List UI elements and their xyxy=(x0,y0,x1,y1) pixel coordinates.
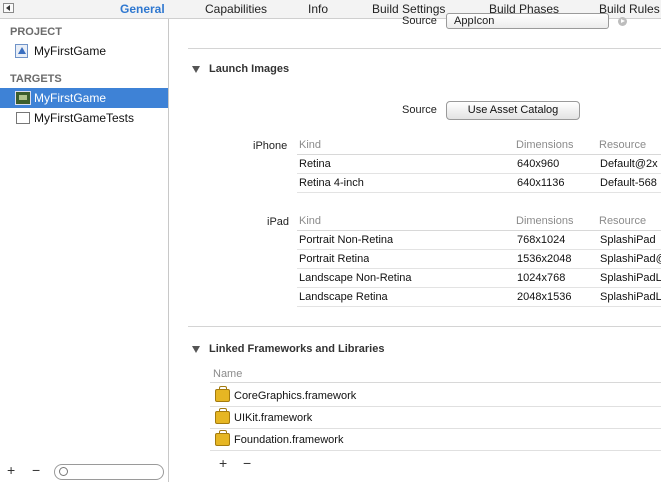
framework-toolbox-icon xyxy=(215,408,230,424)
project-icon xyxy=(15,44,28,58)
frameworks-table-header: Name xyxy=(210,365,661,383)
resource-cell[interactable]: Default-568 xyxy=(600,177,661,189)
tab-build-settings[interactable]: Build Settings xyxy=(372,2,445,16)
dimensions-cell: 1024x768 xyxy=(517,272,566,284)
app-icons-source-label: Source xyxy=(402,15,437,27)
framework-toolbox-icon xyxy=(215,386,230,402)
go-to-asset-arrow-icon[interactable] xyxy=(618,17,627,26)
ipad-label: iPad xyxy=(267,216,290,228)
tab-info[interactable]: Info xyxy=(308,2,328,16)
dimensions-cell: 2048x1536 xyxy=(517,291,572,303)
remove-framework-button[interactable]: − xyxy=(243,455,251,471)
sidebar-item-project[interactable]: MyFirstGame xyxy=(0,41,168,61)
column-header-kind: Kind xyxy=(299,215,322,227)
launch-images-disclosure-icon[interactable] xyxy=(192,66,200,73)
framework-toolbox-icon xyxy=(215,430,230,446)
sidebar-item-label: MyFirstGame xyxy=(34,44,106,58)
launch-images-source-label: Source xyxy=(402,104,437,116)
list-item[interactable]: Foundation.framework xyxy=(210,429,661,451)
framework-name: UIKit.framework xyxy=(234,412,313,424)
table-row[interactable]: Retina 640x960 Default@2x xyxy=(297,155,661,174)
resource-cell[interactable]: SplashiPad xyxy=(600,234,661,246)
framework-name: CoreGraphics.framework xyxy=(234,390,357,402)
table-row[interactable]: Portrait Non-Retina 768x1024 SplashiPad xyxy=(297,231,661,250)
resource-cell[interactable]: SplashiPadL xyxy=(600,291,661,303)
add-framework-button[interactable]: + xyxy=(219,455,227,471)
resource-cell[interactable]: Default@2x xyxy=(600,158,661,170)
sidebar-item-label: MyFirstGame xyxy=(34,91,106,105)
frameworks-disclosure-icon[interactable] xyxy=(192,346,200,353)
resource-cell[interactable]: SplashiPad@ xyxy=(600,253,661,265)
iphone-label: iPhone xyxy=(253,140,288,152)
launch-images-title: Launch Images xyxy=(209,63,290,75)
sidebar: PROJECT MyFirstGame TARGETS MyFirstGame … xyxy=(0,19,169,482)
app-icons-source-popup[interactable]: AppIcon xyxy=(446,13,609,29)
list-item[interactable]: UIKit.framework xyxy=(210,407,661,429)
dimensions-cell: 640x960 xyxy=(517,158,560,170)
remove-target-button[interactable]: − xyxy=(32,462,40,478)
column-header-resource: Resource xyxy=(599,215,647,227)
table-row[interactable]: Retina 4-inch 640x1136 Default-568 xyxy=(297,174,661,193)
collapse-sidebar-icon[interactable] xyxy=(3,3,14,13)
kind-cell: Portrait Non-Retina xyxy=(299,234,394,246)
test-target-icon xyxy=(16,112,30,124)
column-header-dimensions: Dimensions xyxy=(516,139,574,151)
tab-general[interactable]: General xyxy=(120,2,165,16)
add-target-button[interactable]: + xyxy=(7,462,15,478)
general-settings-pane: Source AppIcon Launch Images Source Use … xyxy=(170,13,661,482)
column-header-kind: Kind xyxy=(299,139,322,151)
column-header-dimensions: Dimensions xyxy=(516,215,574,227)
kind-cell: Retina xyxy=(299,158,331,170)
filter-icon xyxy=(59,467,68,476)
table-row[interactable]: Landscape Non-Retina 1024x768 SplashiPad… xyxy=(297,269,661,288)
framework-name: Foundation.framework xyxy=(234,434,344,446)
filter-field[interactable] xyxy=(54,464,164,480)
sidebar-bottom-bar: + − xyxy=(0,462,168,482)
app-target-icon xyxy=(15,91,31,105)
resource-cell[interactable]: SplashiPadL xyxy=(600,272,661,284)
linked-frameworks-title: Linked Frameworks and Libraries xyxy=(209,343,385,355)
sidebar-item-target-tests[interactable]: MyFirstGameTests xyxy=(0,108,168,128)
kind-cell: Retina 4-inch xyxy=(299,177,364,189)
dimensions-cell: 1536x2048 xyxy=(517,253,572,265)
sidebar-item-target-app[interactable]: MyFirstGame xyxy=(0,88,168,108)
iphone-table-header: Kind Dimensions Resource xyxy=(297,136,661,155)
tab-capabilities[interactable]: Capabilities xyxy=(205,2,267,16)
dimensions-cell: 640x1136 xyxy=(517,177,565,189)
dimensions-cell: 768x1024 xyxy=(517,234,566,246)
targets-section-header: TARGETS xyxy=(10,73,62,85)
use-asset-catalog-button[interactable]: Use Asset Catalog xyxy=(446,101,580,120)
ipad-table-header: Kind Dimensions Resource xyxy=(297,212,661,231)
section-divider xyxy=(188,326,661,327)
table-row[interactable]: Portrait Retina 1536x2048 SplashiPad@ xyxy=(297,250,661,269)
list-item[interactable]: CoreGraphics.framework xyxy=(210,385,661,407)
app-icons-source-value: AppIcon xyxy=(454,15,495,27)
kind-cell: Landscape Non-Retina xyxy=(299,272,412,284)
column-header-name: Name xyxy=(213,368,243,380)
section-divider xyxy=(188,48,661,49)
sidebar-item-label: MyFirstGameTests xyxy=(34,111,135,125)
kind-cell: Landscape Retina xyxy=(299,291,388,303)
kind-cell: Portrait Retina xyxy=(299,253,370,265)
project-section-header: PROJECT xyxy=(10,26,62,38)
column-header-resource: Resource xyxy=(599,139,647,151)
table-row[interactable]: Landscape Retina 2048x1536 SplashiPadL xyxy=(297,288,661,307)
